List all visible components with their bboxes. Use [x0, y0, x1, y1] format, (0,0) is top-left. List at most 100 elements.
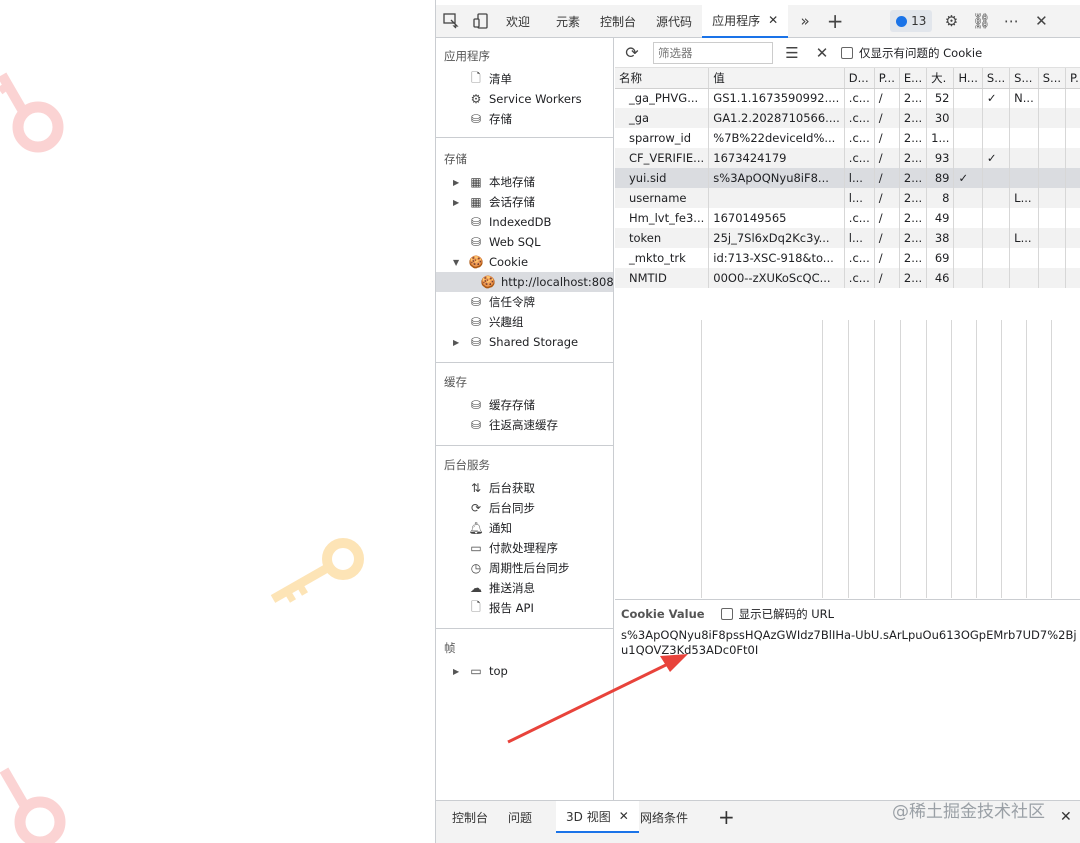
drawer-tab-issues[interactable]: 问题: [508, 801, 532, 833]
close-tab-icon[interactable]: ✕: [619, 809, 629, 823]
cookie-cell: Hm_lvt_fe3...: [615, 208, 710, 228]
column-header[interactable]: D...: [844, 68, 875, 89]
cookie-row[interactable]: token25j_7Sl6xDq2Kc3y...l.../2...38L...M…: [615, 228, 1080, 248]
sidebar-item-payment-handler[interactable]: ▭ 付款处理程序: [436, 538, 613, 558]
cookie-row[interactable]: CF_VERIFIE...1673424179.c.../2...93✓M...: [615, 148, 1080, 168]
expand-arrow-icon[interactable]: ▶: [453, 198, 459, 207]
sidebar-item-cookie[interactable]: ▼ 🍪 Cookie: [436, 252, 613, 272]
device-emulation-icon[interactable]: [466, 6, 496, 36]
cookie-cell: CF_VERIFIE...: [615, 148, 710, 168]
cookie-cell: .c...: [844, 268, 875, 288]
drawer-tab-3d-view[interactable]: 3D 视图 ✕: [556, 801, 639, 833]
sidebar-item-manifest[interactable]: 🗋 清单: [436, 69, 613, 89]
sidebar-item-session-storage[interactable]: ▶ ▦ 会话存储: [436, 192, 613, 212]
collapse-arrow-icon[interactable]: ▼: [453, 258, 459, 267]
column-header[interactable]: S...: [982, 68, 1011, 89]
column-header[interactable]: 大.: [926, 68, 955, 89]
sidebar-item-storage[interactable]: ⛁ 存储: [436, 109, 613, 129]
sidebar-item-background-fetch[interactable]: ⇅ 后台获取: [436, 478, 613, 498]
cookie-data-grid: 名称值D...P...E...大.H...S...S...S...P...P _…: [615, 68, 1080, 288]
cookie-cell: [1009, 108, 1039, 128]
database-icon: ⛁: [470, 398, 482, 412]
sidebar-item-cache-storage[interactable]: ⛁ 缓存存储: [436, 395, 613, 415]
filter-input[interactable]: [653, 41, 773, 64]
cookie-row[interactable]: sparrow_id %7B%22deviceId%... .c.../2... 1.…: [615, 128, 1080, 148]
column-header[interactable]: E...: [899, 68, 928, 89]
close-devtools-icon[interactable]: ✕: [1026, 6, 1056, 36]
tab-console[interactable]: 控制台: [590, 5, 646, 38]
column-divider: [874, 320, 875, 598]
cookie-row[interactable]: _gaGA1.2.2028710566.....c.../2...30M...: [615, 108, 1080, 128]
clear-filtered-cookies-icon[interactable]: ☰: [777, 38, 807, 68]
expand-arrow-icon[interactable]: ▶: [453, 178, 459, 187]
cookie-row[interactable]: NMTID00O0--zXUKoScQC....c.../2...46M...: [615, 268, 1080, 288]
drawer-tab-network-conditions[interactable]: 网络条件: [640, 801, 688, 833]
sidebar-item-trust-tokens[interactable]: ⛁ 信任令牌: [436, 292, 613, 312]
issues-badge[interactable]: 13: [890, 10, 933, 32]
drawer-tab-console[interactable]: 控制台: [452, 801, 488, 833]
cookie-cell: /: [874, 128, 900, 148]
column-divider: [926, 320, 927, 598]
cookie-row[interactable]: Hm_lvt_fe3...1670149565.c.../2...49M...: [615, 208, 1080, 228]
connection-icon[interactable]: ⛓: [966, 6, 996, 36]
cookie-cell: /: [874, 148, 900, 168]
sidebar-item-web-sql[interactable]: ⛁ Web SQL: [436, 232, 613, 252]
tab-application[interactable]: 应用程序 ✕: [702, 4, 789, 38]
cookie-cell: [1009, 268, 1039, 288]
column-header[interactable]: 值: [708, 68, 845, 89]
table-empty-area: [615, 320, 1080, 598]
sidebar-item-shared-storage[interactable]: ▶ ⛁ Shared Storage: [436, 332, 613, 352]
sidebar-item-reporting-api[interactable]: 🗋 报告 API: [436, 598, 613, 618]
cookie-cell: [708, 188, 845, 208]
refresh-icon[interactable]: ⟳: [617, 38, 647, 68]
cookie-row[interactable]: usernamel.../2...8L...M...: [615, 188, 1080, 208]
more-options-icon[interactable]: ⋯: [996, 6, 1026, 36]
settings-gear-icon[interactable]: ⚙: [936, 6, 966, 36]
more-tabs-chevron-icon[interactable]: »: [790, 6, 820, 36]
divider: [436, 628, 613, 629]
expand-arrow-icon[interactable]: ▶: [453, 338, 459, 347]
cookie-row[interactable]: _ga_PHVG... GS1.1.1673590992.... .c.../2..…: [615, 88, 1080, 108]
tab-sources[interactable]: 源代码: [646, 5, 702, 38]
column-header[interactable]: S...: [1038, 68, 1067, 89]
database-icon: ⛁: [470, 295, 482, 309]
cloud-icon: ☁: [470, 581, 482, 595]
tab-welcome[interactable]: 欢迎: [496, 5, 540, 38]
column-header[interactable]: 名称: [615, 68, 710, 89]
inspect-element-icon[interactable]: [436, 6, 466, 36]
sidebar-item-push-messaging[interactable]: ☁ 推送消息: [436, 578, 613, 598]
column-header[interactable]: H...: [953, 68, 983, 89]
sidebar-item-periodic-background-sync[interactable]: ◷ 周期性后台同步: [436, 558, 613, 578]
sidebar-item-service-workers[interactable]: ⚙ Service Workers: [436, 89, 613, 109]
close-tab-icon[interactable]: ✕: [768, 13, 778, 27]
sidebar-item-frame-top[interactable]: ▶ ▭ top: [436, 661, 613, 681]
close-drawer-icon[interactable]: ✕: [1060, 801, 1072, 833]
cookie-row[interactable]: _mkto_trk id:713-XSC-918&to... .c.../2... 6…: [615, 248, 1080, 268]
sidebar-item-background-sync[interactable]: ⟳ 后台同步: [436, 498, 613, 518]
sidebar-item-local-storage[interactable]: ▶ ▦ 本地存储: [436, 172, 613, 192]
cookie-value-text[interactable]: s%3ApOQNyu8iF8pssHQAzGWIdz7BlIHa-UbU.sAr…: [621, 628, 1077, 658]
expand-arrow-icon[interactable]: ▶: [453, 667, 459, 676]
sidebar-item-cookie-localhost[interactable]: 🍪 http://localhost:8080: [436, 272, 613, 292]
column-header[interactable]: S...: [1009, 68, 1039, 89]
column-header[interactable]: P...: [874, 68, 900, 89]
credit-card-icon: ▭: [470, 541, 482, 555]
delete-selected-icon[interactable]: ✕: [807, 38, 837, 68]
add-tab-icon[interactable]: +: [820, 6, 850, 36]
cookie-row[interactable]: yui.sids%3ApOQNyu8iF8...l.../2...89✓M...: [615, 168, 1080, 188]
tab-elements[interactable]: 元素: [546, 5, 590, 38]
show-decoded-url-checkbox[interactable]: [720, 608, 733, 620]
cookie-cell: 8: [926, 188, 955, 208]
sidebar-item-notifications[interactable]: 🔔︎ 通知: [436, 518, 613, 538]
cookie-cell: NMTID: [615, 268, 710, 288]
sidebar-item-indexeddb[interactable]: ⛁ IndexedDB: [436, 212, 613, 232]
column-header[interactable]: P...: [1065, 68, 1080, 89]
add-drawer-tab-icon[interactable]: +: [718, 801, 735, 833]
sidebar-item-back-forward-cache[interactable]: ⛁ 往返高速缓存: [436, 415, 613, 435]
sidebar-item-interest-groups[interactable]: ⛁ 兴趣组: [436, 312, 613, 332]
only-issues-checkbox[interactable]: [841, 46, 853, 59]
cookie-cell: .c...: [844, 108, 875, 128]
cookie-table: 名称值D...P...E...大.H...S...S...S...P...P _…: [615, 68, 1080, 598]
cookie-cell: [1038, 108, 1067, 128]
key-decoration-icon: [0, 72, 64, 153]
